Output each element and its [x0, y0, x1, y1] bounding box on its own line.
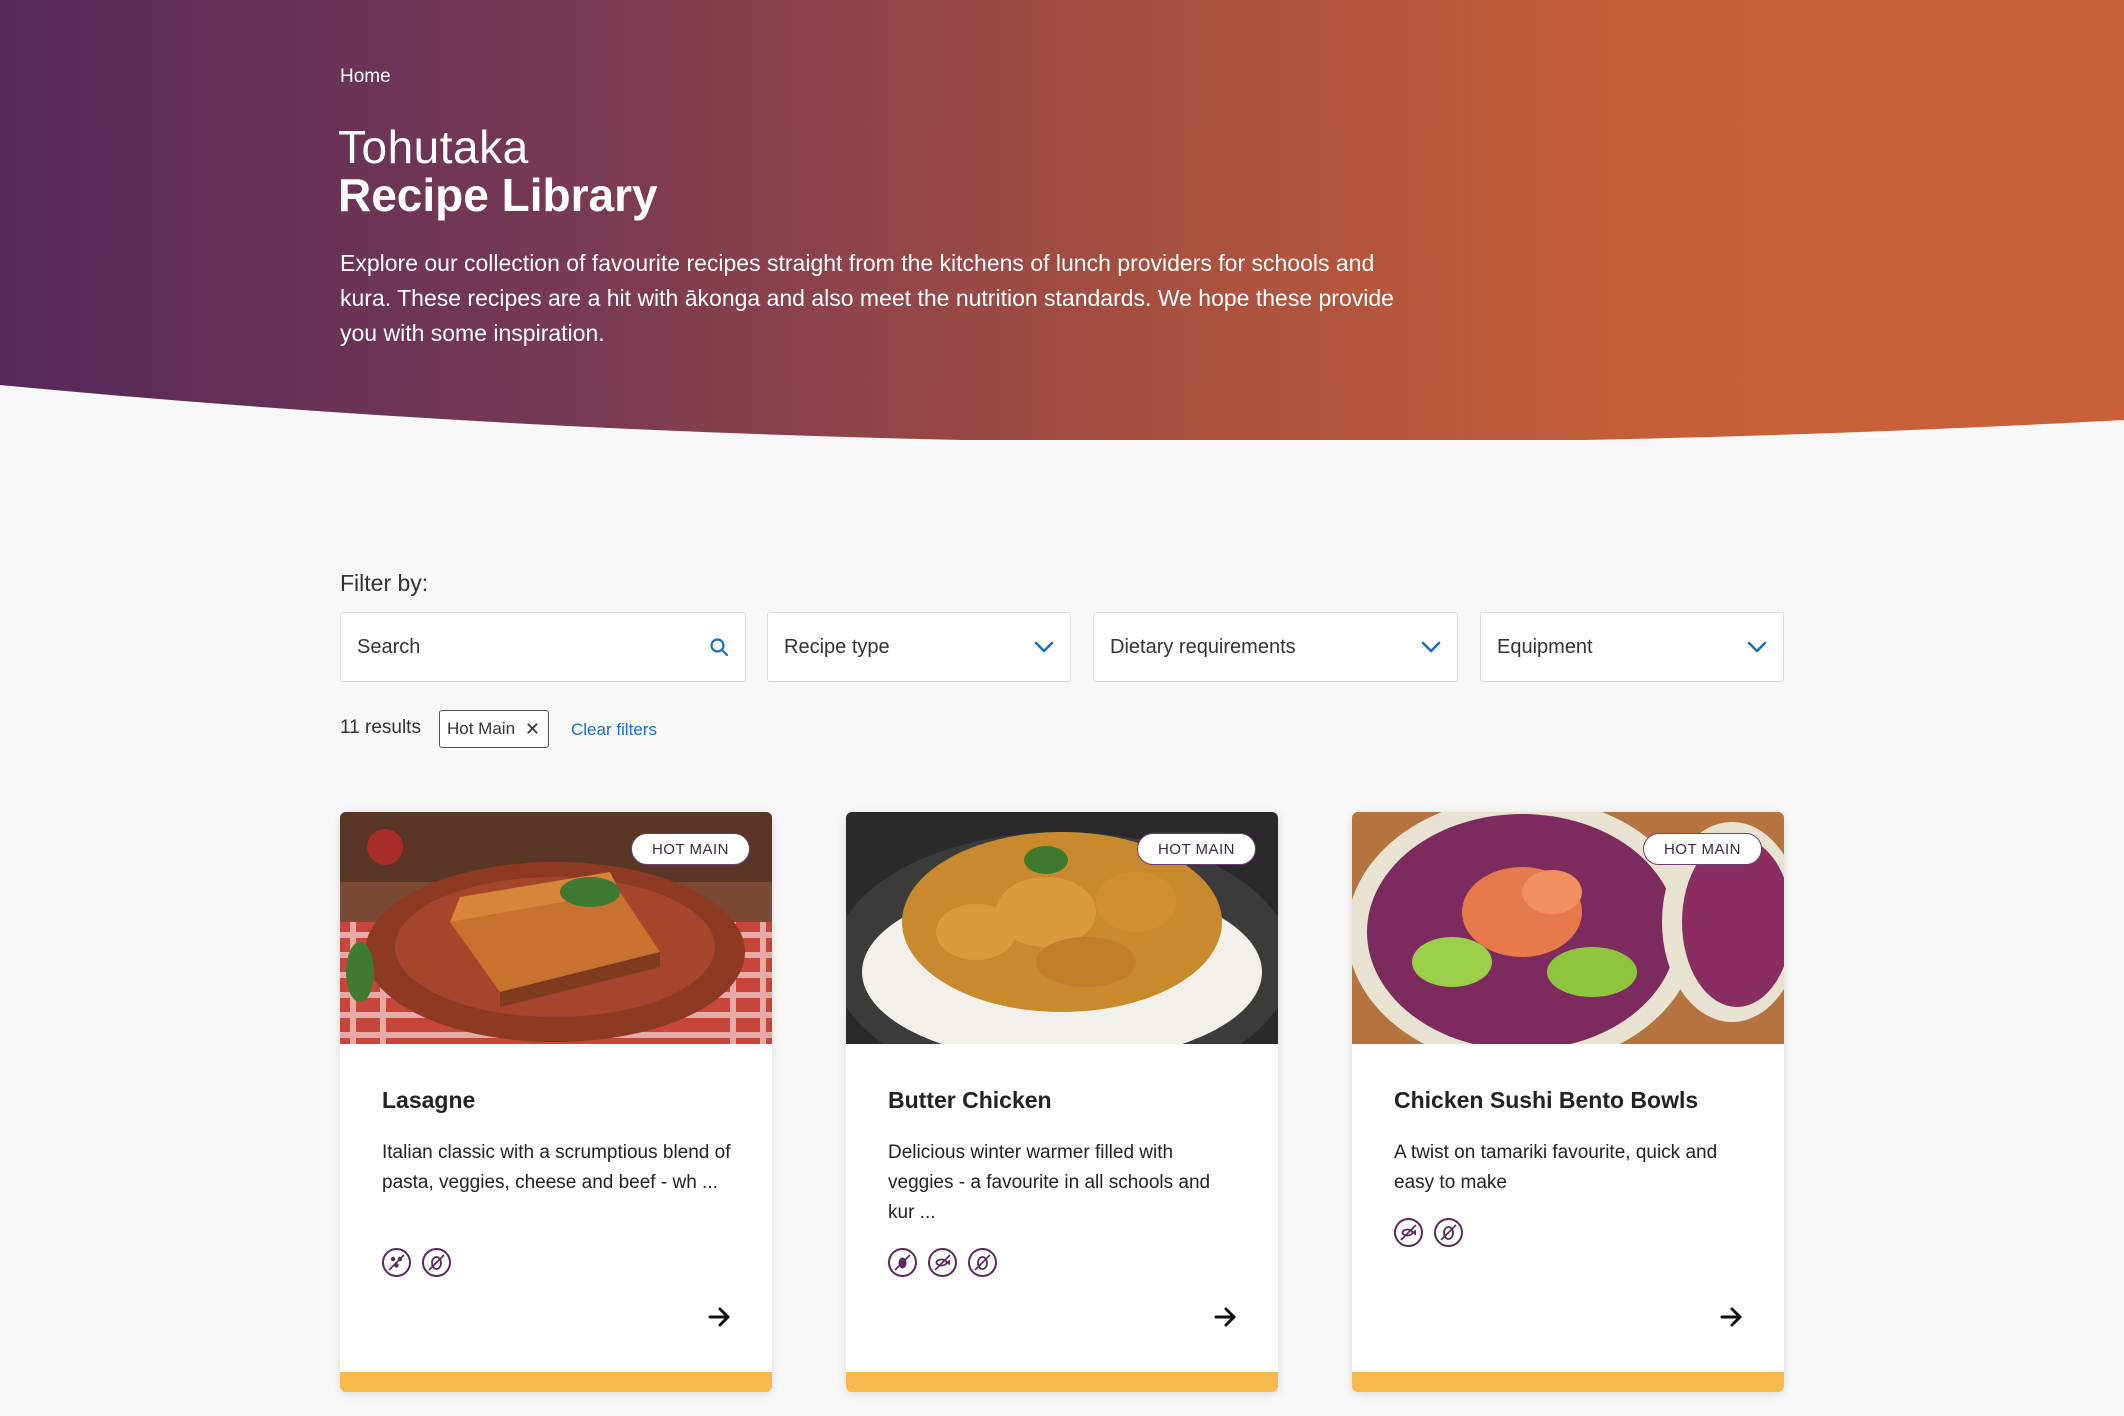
card-description: Delicious winter warmer filled with vegg… [888, 1142, 1211, 1223]
chevron-down-icon [1747, 641, 1767, 653]
egg-free-icon [422, 1248, 451, 1277]
dietary-icons [888, 1248, 997, 1277]
card-title[interactable]: Butter Chicken [888, 1087, 1052, 1114]
search-icon[interactable] [709, 637, 729, 657]
recipe-card-butter-chicken[interactable]: HOT MAIN Butter Chicken Delicious winter… [846, 812, 1278, 1392]
recipe-type-select[interactable]: Recipe type [767, 612, 1071, 682]
recipe-type-label: Recipe type [784, 635, 890, 658]
close-icon[interactable]: ✕ [525, 720, 540, 738]
chevron-down-icon [1034, 641, 1054, 653]
card-title[interactable]: Chicken Sushi Bento Bowls [1394, 1087, 1698, 1114]
search-placeholder: Search [357, 635, 421, 658]
search-input[interactable]: Search [340, 612, 746, 682]
card-title[interactable]: Lasagne [382, 1087, 475, 1114]
fish-free-icon [928, 1248, 957, 1277]
dietary-requirements-select[interactable]: Dietary requirements [1093, 612, 1458, 682]
arrow-right-icon[interactable] [708, 1306, 732, 1333]
card-accent-bar [340, 1372, 772, 1392]
active-filter-chip[interactable]: Hot Main ✕ [439, 710, 549, 748]
recipe-card-chicken-sushi-bento-bowls[interactable]: HOT MAIN Chicken Sushi Bento Bowls A twi… [1352, 812, 1784, 1392]
page-title-line2: Recipe Library [338, 169, 658, 221]
recipe-card-lasagne[interactable]: HOT MAIN Lasagne Italian classic with a … [340, 812, 772, 1392]
recipe-type-badge: HOT MAIN [1642, 833, 1762, 865]
results-count: 11 results [340, 717, 421, 738]
arrow-right-icon[interactable] [1214, 1306, 1238, 1333]
nut-icon [888, 1248, 917, 1277]
egg-free-icon [1434, 1218, 1463, 1247]
chevron-down-icon [1421, 641, 1441, 653]
card-accent-bar [1352, 1372, 1784, 1392]
dietary-icons [1394, 1218, 1463, 1247]
intro-text: Explore our collection of favourite reci… [340, 250, 1394, 346]
card-accent-bar [846, 1372, 1278, 1392]
dietary-icons [382, 1248, 451, 1277]
card-description: A twist on tamariki favourite, quick and… [1394, 1142, 1718, 1193]
dietary-label: Dietary requirements [1110, 635, 1296, 658]
card-description: Italian classic with a scrumptious blend… [382, 1142, 731, 1193]
hero-curve [0, 385, 2124, 460]
recipe-type-badge: HOT MAIN [630, 833, 750, 865]
breadcrumb-home[interactable]: Home [340, 66, 391, 88]
page-title-line1: Tohutaka [338, 121, 529, 173]
fish-free-icon [1394, 1218, 1423, 1247]
multi-grain-icon [382, 1248, 411, 1277]
equipment-select[interactable]: Equipment [1480, 612, 1784, 682]
arrow-right-icon[interactable] [1720, 1306, 1744, 1333]
active-filter-label: Hot Main [447, 719, 516, 738]
equipment-label: Equipment [1497, 635, 1593, 658]
filter-label: Filter by: [340, 570, 429, 596]
recipe-type-badge: HOT MAIN [1136, 833, 1256, 865]
clear-filters-link[interactable]: Clear filters [571, 720, 657, 740]
egg-free-icon [968, 1248, 997, 1277]
